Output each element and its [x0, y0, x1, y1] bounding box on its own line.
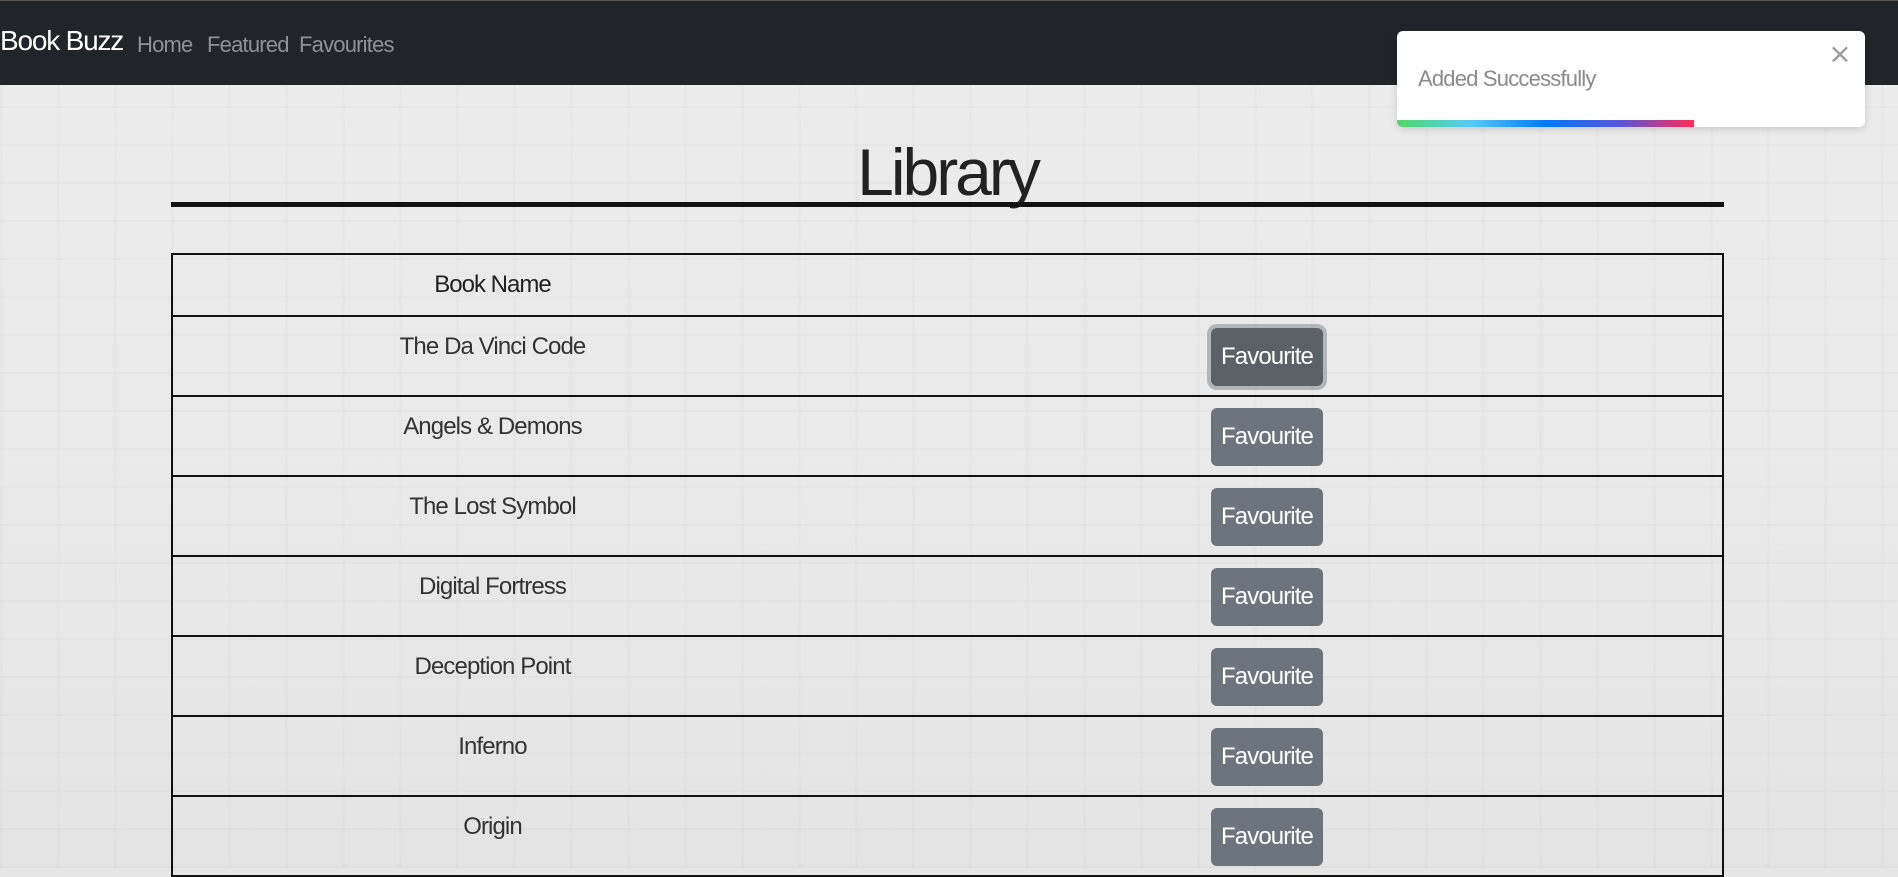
column-header-actions: [812, 253, 1724, 317]
table-header-row: Book Name: [171, 253, 1724, 317]
favourite-button[interactable]: Favourite: [1211, 648, 1323, 706]
favourite-button[interactable]: Favourite: [1211, 568, 1323, 626]
nav-link-featured[interactable]: Featured: [207, 32, 289, 58]
favourite-button[interactable]: Favourite: [1211, 488, 1323, 546]
favourite-button[interactable]: Favourite: [1211, 328, 1323, 386]
favourite-button[interactable]: Favourite: [1211, 808, 1323, 866]
title-divider: [171, 202, 1724, 207]
book-name: Inferno: [171, 715, 812, 797]
toast-progress-bar: [1397, 120, 1695, 127]
action-cell: Favourite: [812, 715, 1724, 797]
table-row: Angels & Demons Favourite: [171, 395, 1724, 477]
book-name: The Da Vinci Code: [171, 315, 812, 397]
table-row: Origin Favourite: [171, 795, 1724, 877]
nav-link-favourites[interactable]: Favourites: [299, 32, 395, 58]
page-title: Library: [857, 135, 1041, 209]
table-row: The Da Vinci Code Favourite: [171, 315, 1724, 397]
book-name: The Lost Symbol: [171, 475, 812, 557]
table-row: Digital Fortress Favourite: [171, 555, 1724, 637]
action-cell: Favourite: [812, 395, 1724, 477]
action-cell: Favourite: [812, 795, 1724, 877]
favourite-button[interactable]: Favourite: [1211, 408, 1323, 466]
table-row: The Lost Symbol Favourite: [171, 475, 1724, 557]
brand-logo[interactable]: Book Buzz: [0, 25, 124, 57]
book-name: Origin: [171, 795, 812, 877]
nav-link-home[interactable]: Home: [137, 32, 193, 58]
action-cell: Favourite: [812, 315, 1724, 397]
toast-message: Added Successfully: [1418, 66, 1596, 91]
table-row: Inferno Favourite: [171, 715, 1724, 797]
book-table: Book Name The Da Vinci Code Favourite An…: [171, 253, 1724, 877]
favourite-button[interactable]: Favourite: [1211, 728, 1323, 786]
book-name: Digital Fortress: [171, 555, 812, 637]
book-name: Deception Point: [171, 635, 812, 717]
column-header-book-name: Book Name: [171, 253, 812, 317]
table-row: Deception Point Favourite: [171, 635, 1724, 717]
action-cell: Favourite: [812, 635, 1724, 717]
book-name: Angels & Demons: [171, 395, 812, 477]
close-icon[interactable]: ×: [1827, 40, 1853, 68]
action-cell: Favourite: [812, 475, 1724, 557]
action-cell: Favourite: [812, 555, 1724, 637]
toast-notification: Added Successfully ×: [1397, 31, 1865, 127]
